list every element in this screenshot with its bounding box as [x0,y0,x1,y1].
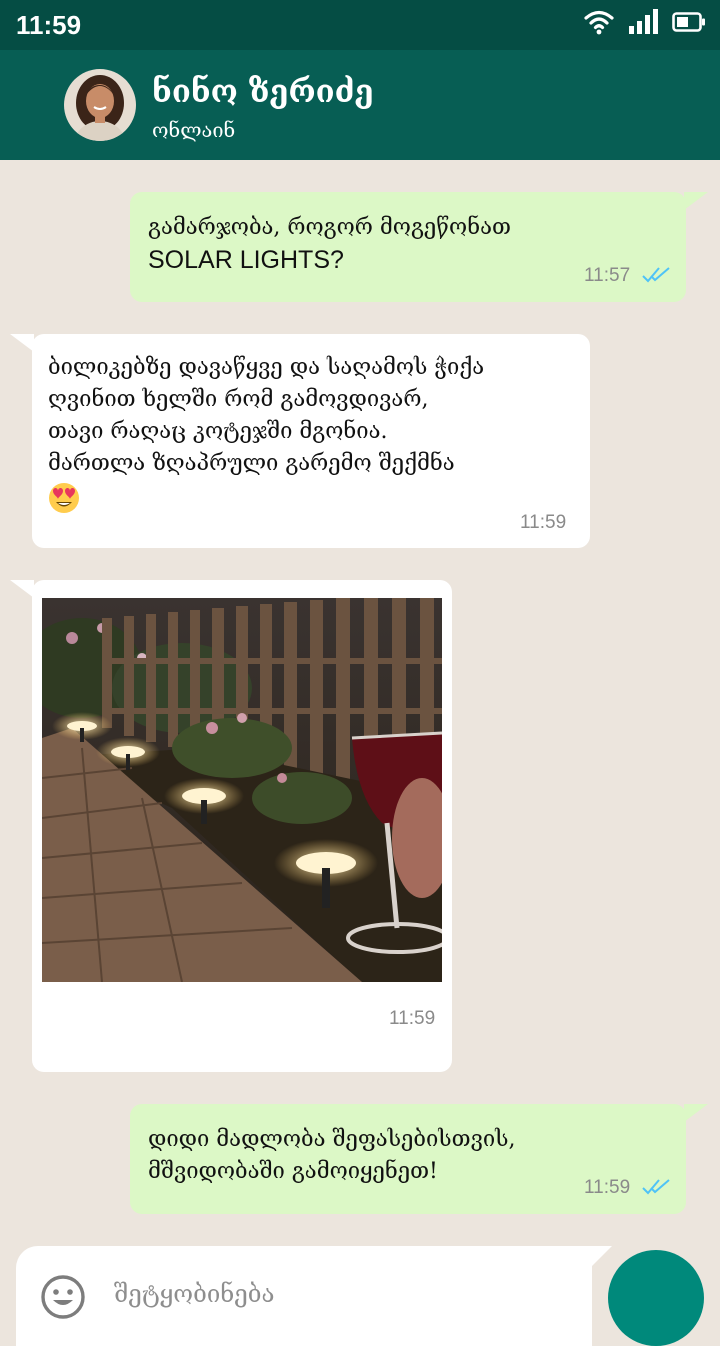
bubble-tail [10,580,34,598]
message-text: დიდი მადლობა შეფასებისთვის, [148,1127,516,1152]
message-text: SOLAR LIGHTS? [148,246,344,274]
message-text: თავი რაღაც კოტეჯში მგონია. [48,419,388,444]
status-icons [584,9,706,35]
message-time: 11:59 [520,512,567,533]
signal-icon [629,9,658,34]
message-time: 11:59 [389,1008,436,1029]
chat-header[interactable]: ნინო ზერიძე ონლაინ [0,50,720,160]
input-tail [592,1246,612,1266]
wifi-icon [584,10,614,35]
emoji-icon[interactable] [40,1274,86,1320]
message-text: ღვინით ხელში რომ გამოვდივარ, [48,387,429,412]
battery-icon [672,12,705,32]
contact-status: ონლაინ [152,118,236,142]
message-text: მშვიდობაში გამოიყენეთ! [148,1159,438,1184]
status-bar: 11:59 [0,0,720,50]
message-text: გამარჯობა, როგორ მოგეწონათ [148,215,511,240]
photo-image[interactable] [42,598,442,982]
double-check-icon [642,1179,670,1195]
message-bubble[interactable]: ბილიკებზე დავაწყვე და საღამოს ჭიქა ღვინი… [10,334,590,548]
bubble-tail [684,1104,708,1122]
message-time: 11:59 [584,1177,631,1198]
message-time: 11:57 [584,265,631,286]
double-check-icon [642,267,670,283]
status-time: 11:59 [16,10,82,40]
message-bubble[interactable]: დიდი მადლობა შეფასებისთვის, მშვიდობაში გ… [130,1104,708,1214]
message-input[interactable]: შეტყობინება [114,1280,274,1308]
avatar[interactable] [64,69,136,141]
send-button[interactable] [608,1250,704,1346]
bubble-tail [10,334,34,352]
message-text: მართლა ზღაპრული გარემო შექმნა [48,451,455,476]
message-input-bar[interactable]: შეტყობინება [16,1246,612,1346]
message-bubble[interactable]: გამარჯობა, როგორ მოგეწონათ SOLAR LIGHTS?… [130,192,708,302]
photo-message[interactable]: 11:59 [10,580,452,1072]
message-text: ბილიკებზე დავაწყვე და საღამოს ჭიქა [48,355,485,380]
heart-eyes-emoji-icon [49,483,79,513]
contact-name: ნინო ზერიძე [152,74,374,110]
bubble-tail [684,192,708,210]
